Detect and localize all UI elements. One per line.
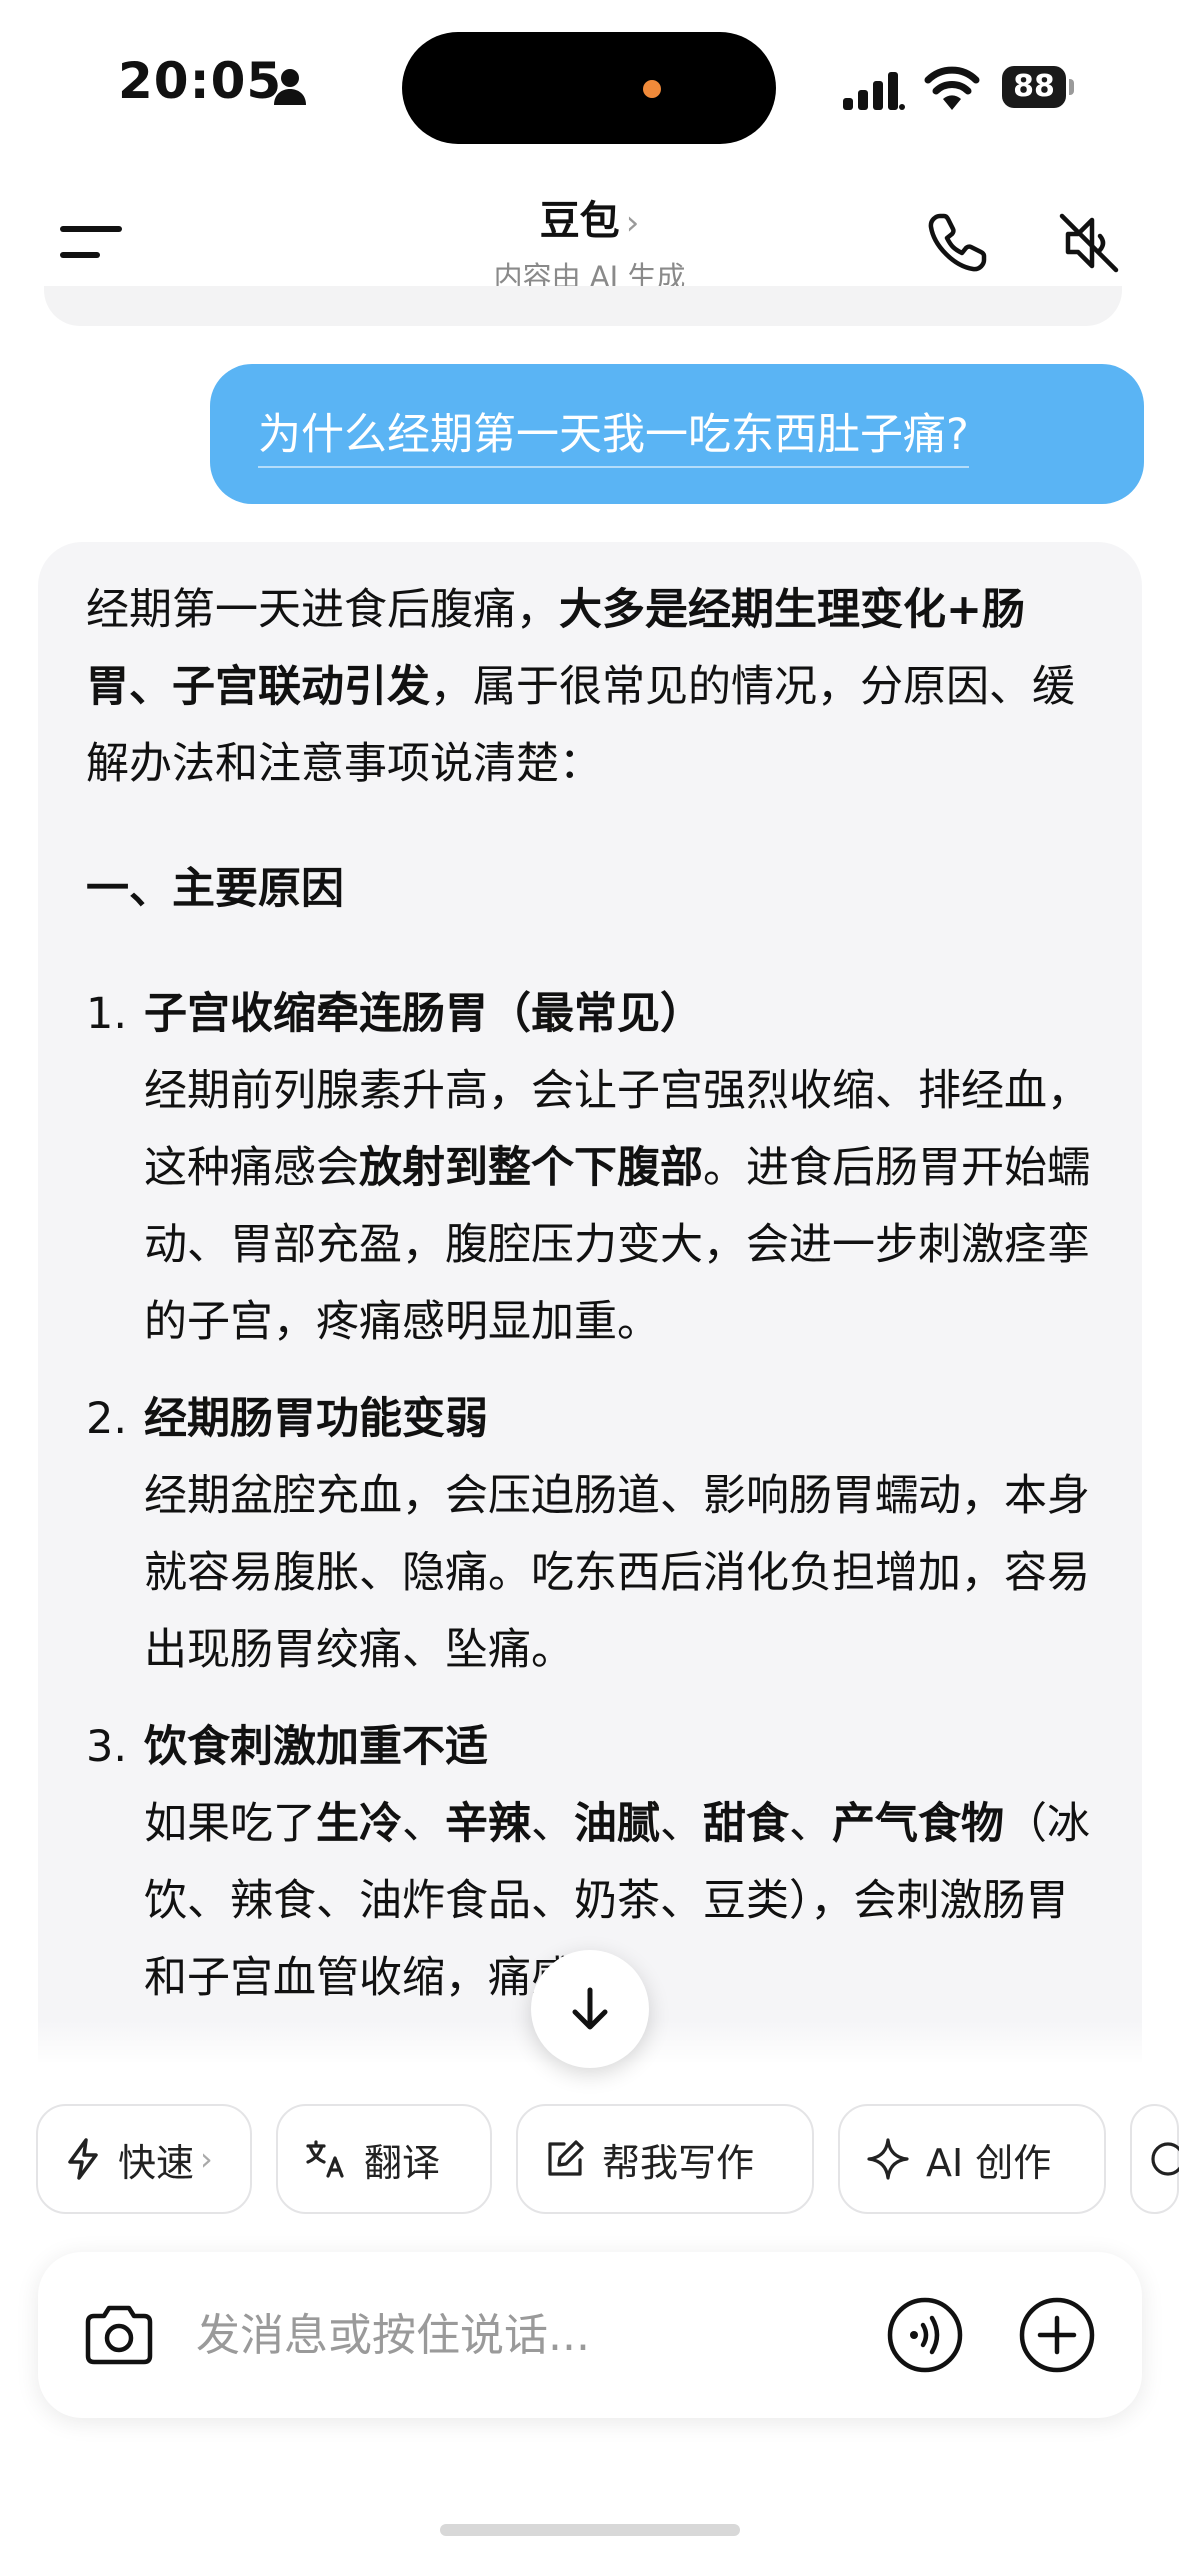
speaker-mute-icon[interactable]: [1056, 210, 1122, 276]
assistant-intro: 经期第一天进食后腹痛，大多是经期生理变化+肠胃、子宫联动引发，属于很常见的情况，…: [86, 585, 1075, 789]
reason-3-title: 3. 饮食刺激加重不适: [86, 1722, 488, 1772]
cellular-signal-icon: [843, 72, 905, 110]
edit-icon: [548, 2140, 584, 2176]
home-indicator: [440, 2524, 740, 2536]
quick-action-translate-label: 翻译: [364, 2140, 441, 2185]
person-icon: [274, 69, 306, 105]
quick-action-translate[interactable]: 翻译: [276, 2104, 492, 2214]
reason-2-body: 经期盆腔充血，会压迫肠道、影响肠胃蠕动，本身就容易腹胀、隐痛。吃东西后消化负担增…: [144, 1471, 1090, 1675]
wifi-icon: [924, 66, 980, 110]
lightning-icon: [68, 2138, 98, 2180]
arrow-down-icon: [572, 1987, 608, 2030]
more-action-icon: [1151, 2142, 1179, 2176]
quick-action-ai-create-label: AI 创作: [926, 2140, 1052, 2185]
reason-1-body: 经期前列腺素升高，会让子宫强烈收缩、排经血，这种痛感会放射到整个下腹部。进食后肠…: [144, 1066, 1090, 1347]
quick-action-fast[interactable]: 快速 ›: [36, 2104, 252, 2214]
previous-message-card: [44, 286, 1122, 326]
plus-icon[interactable]: [1018, 2296, 1096, 2374]
battery-level: 88: [1013, 69, 1055, 104]
quick-action-ai-create[interactable]: AI 创作: [838, 2104, 1106, 2214]
quick-action-writing-label: 帮我写作: [602, 2140, 755, 2185]
translate-icon: [306, 2140, 344, 2178]
battery-indicator: 88: [1002, 66, 1074, 108]
quick-action-fast-label: 快速: [118, 2140, 195, 2185]
quick-action-writing[interactable]: 帮我写作: [516, 2104, 814, 2214]
title-chevron: ›: [625, 203, 640, 243]
reason-1-title: 1. 子宫收缩牵连肠胃（最常见）: [86, 989, 703, 1039]
voice-input-icon[interactable]: [886, 2296, 964, 2374]
reason-2-title: 2. 经期肠胃功能变弱: [86, 1394, 488, 1444]
message-input[interactable]: [196, 2300, 836, 2370]
assistant-message-card: 经期第一天进食后腹痛，大多是经期生理变化+肠胃、子宫联动引发，属于很常见的情况，…: [38, 542, 1142, 2062]
chevron-right-icon: ›: [200, 2140, 213, 2178]
privacy-indicator-dot: [643, 80, 661, 98]
phone-call-icon[interactable]: [926, 212, 988, 274]
camera-icon[interactable]: [82, 2302, 156, 2368]
user-message-bubble[interactable]: 为什么经期第一天我一吃东西肚子痛?: [210, 364, 1144, 504]
quick-action-more[interactable]: [1130, 2104, 1179, 2214]
dynamic-island: [402, 32, 776, 144]
section-heading: 一、主要原因: [86, 864, 344, 914]
status-time: 20:05: [118, 52, 283, 110]
bot-name: 豆包: [539, 198, 620, 244]
scroll-to-bottom-button[interactable]: [531, 1950, 649, 2068]
chat-title[interactable]: 豆包 ›: [0, 188, 1179, 246]
user-message-text: 为什么经期第一天我一吃东西肚子痛?: [258, 400, 969, 468]
sparkle-icon: [867, 2138, 909, 2180]
